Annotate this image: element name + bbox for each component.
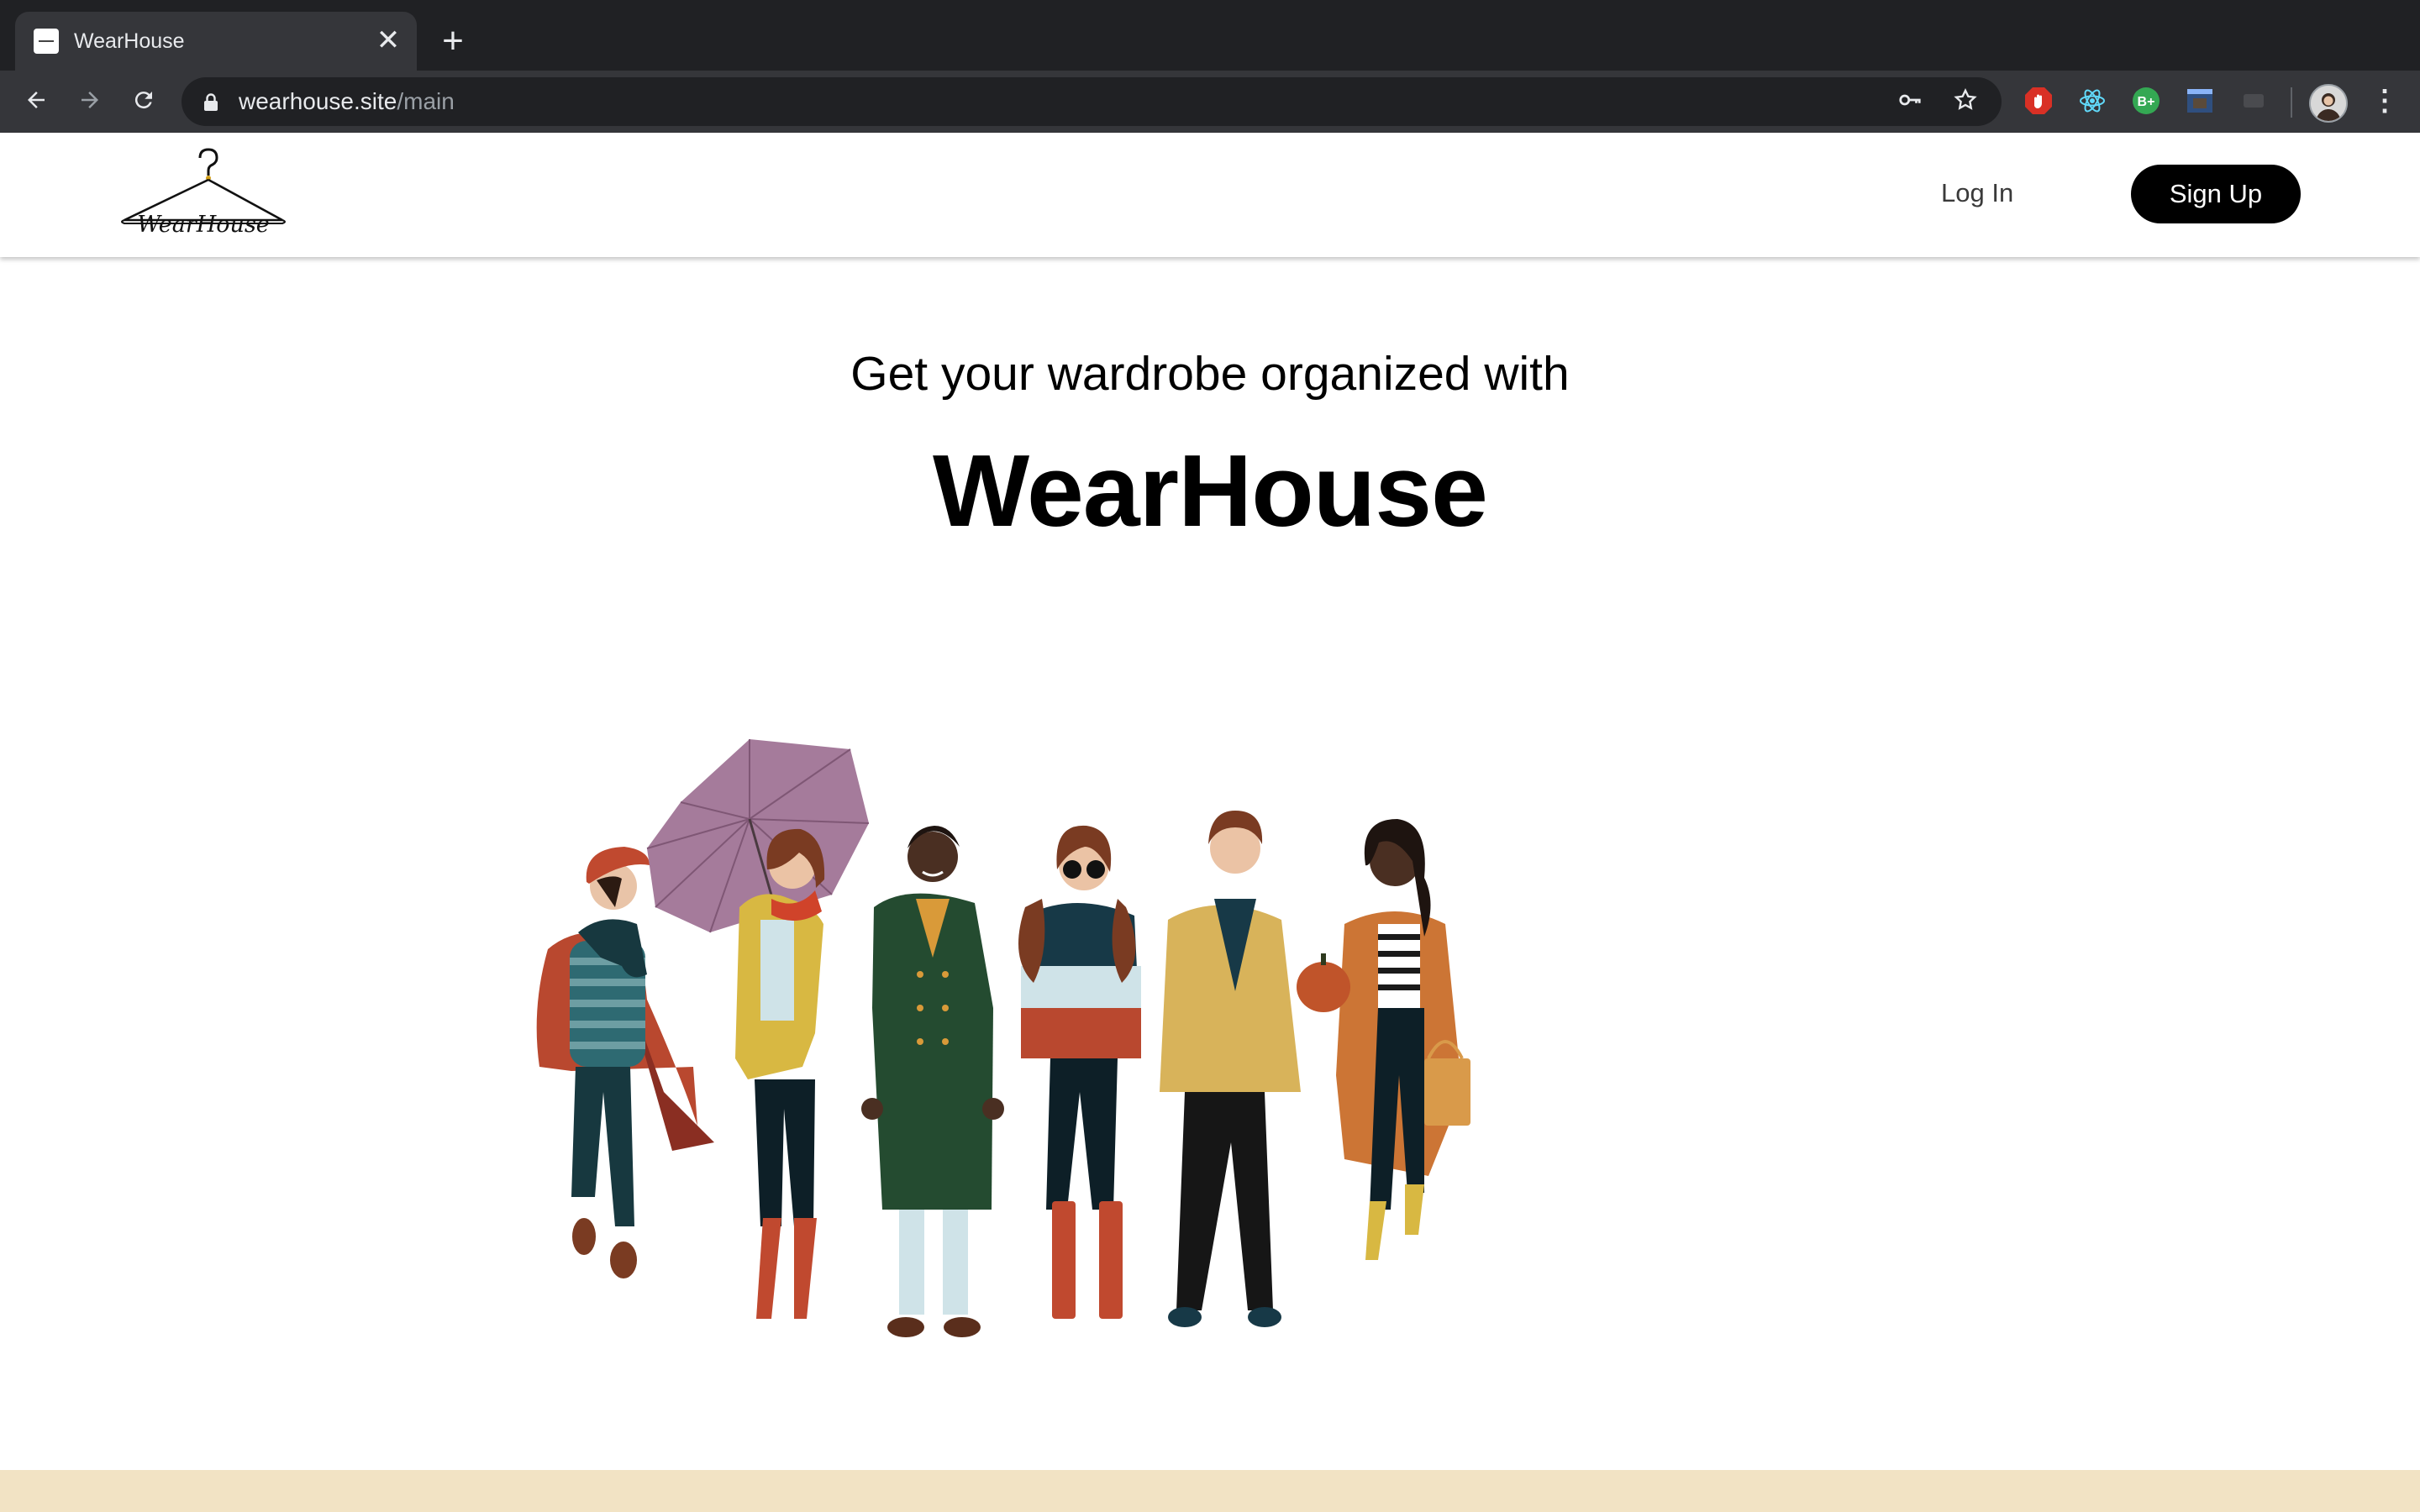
b-plus-extension-icon[interactable]: B+ [2131, 86, 2161, 116]
bottom-band [0, 1470, 2420, 1512]
url-text: wearhouse.site/main [239, 88, 455, 115]
sunglasses-sweater-person [1018, 825, 1141, 1319]
bookmark-star-icon[interactable] [1951, 87, 1980, 116]
close-tab-icon[interactable]: ✕ [371, 24, 405, 57]
browser-toolbar: wearhouse.site/main B+ ⋮ [0, 71, 2420, 133]
favicon-icon [34, 29, 59, 54]
site-header: WearHouse Log In Sign Up [0, 133, 2420, 257]
profile-avatar[interactable] [2309, 84, 2348, 123]
window-extension-icon[interactable] [2185, 86, 2215, 116]
lock-icon [204, 93, 218, 111]
browser-tab[interactable]: WearHouse ✕ [15, 12, 417, 71]
hero-title: WearHouse [933, 433, 1488, 548]
wearhouse-logo[interactable]: WearHouse [118, 144, 294, 250]
react-devtools-icon[interactable] [2077, 86, 2107, 116]
green-coat-person [861, 826, 1004, 1337]
reload-icon [134, 92, 152, 109]
back-arrow-icon [28, 92, 45, 108]
key-icon[interactable] [1896, 87, 1924, 116]
forward-button[interactable] [69, 79, 111, 121]
yellow-jacket-person [1160, 811, 1301, 1327]
hero-subtitle: Get your wardrobe organized with [850, 347, 1570, 401]
url-domain: wearhouse.site [239, 88, 397, 114]
back-button[interactable] [15, 79, 57, 121]
logo-text: WearHouse [137, 212, 270, 238]
people-illustration [536, 739, 1470, 1337]
tab-title: WearHouse [74, 29, 185, 53]
login-link[interactable]: Log In [1941, 178, 2013, 208]
dim-extension-icon[interactable] [2238, 86, 2269, 116]
address-bar[interactable]: wearhouse.site/main [182, 77, 2002, 126]
new-tab-button[interactable]: + [430, 22, 476, 60]
forward-arrow-icon [82, 92, 98, 108]
reload-button[interactable] [123, 79, 165, 121]
umbrella-yellow-jacket-person [646, 739, 870, 1319]
url-path: /main [397, 88, 455, 114]
browser-tabstrip: WearHouse ✕ + [0, 0, 2420, 71]
adblock-extension-icon[interactable] [2023, 86, 2054, 116]
more-menu-icon[interactable]: ⋮ [2368, 84, 2402, 118]
svg-text:B+: B+ [2138, 95, 2155, 109]
pumpkin-orange-coat-person [1297, 819, 1470, 1260]
toolbar-divider [2291, 87, 2292, 118]
signup-button[interactable]: Sign Up [2131, 165, 2301, 223]
